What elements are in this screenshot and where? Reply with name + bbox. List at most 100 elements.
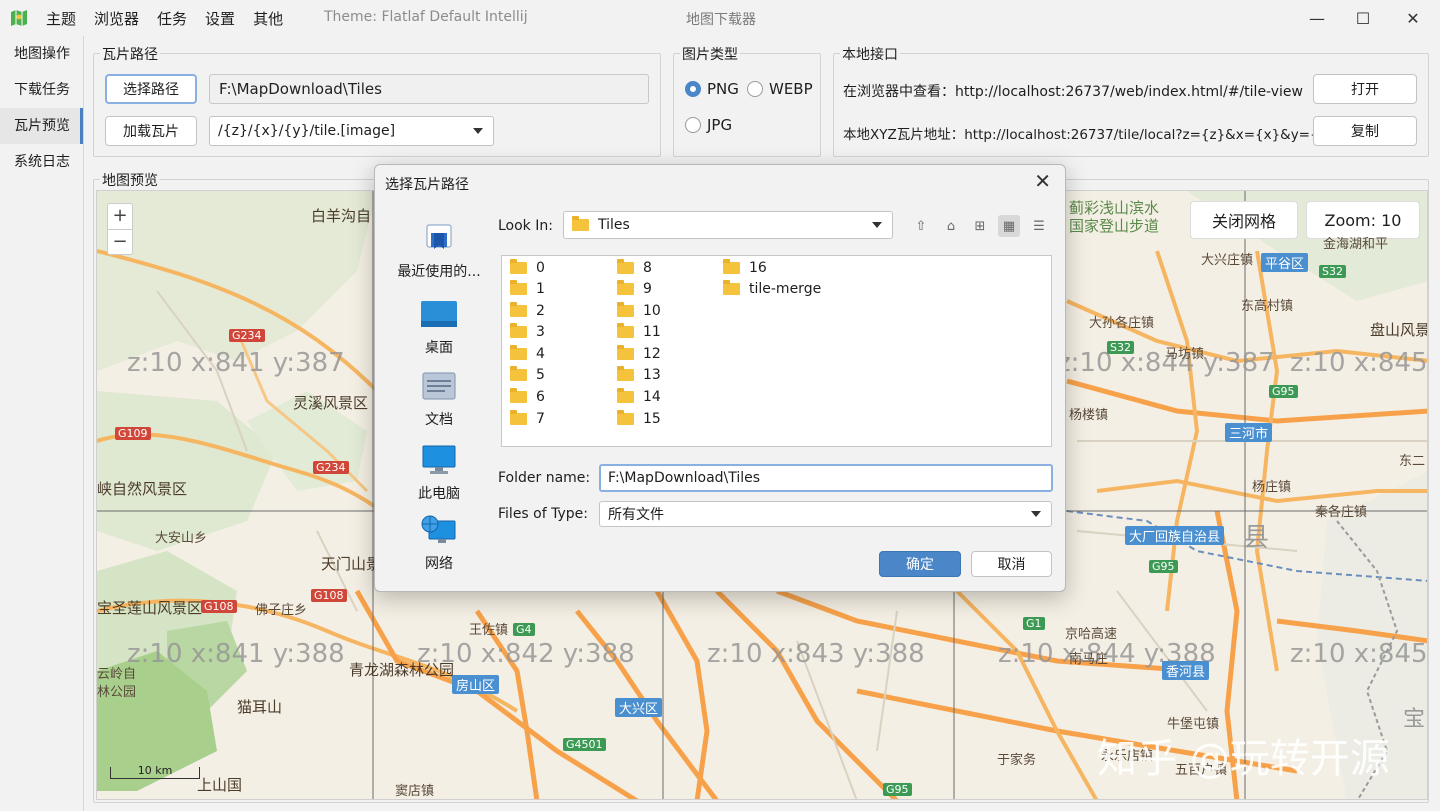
folder-label: 12 [643,346,661,362]
maximize-button[interactable]: ☐ [1348,6,1378,30]
nav-item-download-tasks[interactable]: 下载任务 [0,72,83,108]
shortcut-network[interactable]: 网络 [393,515,485,573]
folder-icon [617,302,634,317]
folder-name-field[interactable]: F:\MapDownload\Tiles [599,464,1053,492]
folder-icon [510,388,527,403]
folder-item[interactable]: 12 [617,345,661,362]
menu-theme[interactable]: 主题 [46,8,89,29]
map-place-label: 青龙湖森林公园 [349,661,455,679]
zoom-in-button[interactable]: + [108,204,132,230]
road-badge: G1 [1023,617,1045,630]
file-list[interactable]: 0 1 2 3 4 5 6 7 8 9 10 11 12 13 14 15 16… [501,255,1052,447]
folder-item[interactable]: 4 [510,345,545,362]
folder-item[interactable]: 9 [617,280,652,297]
folder-label: 7 [536,411,545,427]
folder-label: 6 [536,389,545,405]
cancel-button[interactable]: 取消 [971,551,1052,577]
map-place-label: 大兴庄镇 [1201,253,1254,268]
folder-label: 16 [749,260,767,276]
map-place-label: 大安山乡 [155,531,208,546]
map-place-label: 京哈高速 [1065,627,1118,642]
folder-icon [510,302,527,317]
details-view-icon[interactable]: ☰ [1028,215,1050,237]
folder-icon [510,323,527,338]
close-grid-button[interactable]: 关闭网格 [1190,201,1298,239]
dialog-close-button[interactable]: ✕ [1034,169,1051,193]
radio-jpg[interactable]: JPG [685,116,732,134]
folder-icon [617,345,634,360]
shortcut-desktop[interactable]: 桌面 [393,299,485,357]
choose-path-button[interactable]: 选择路径 [105,74,197,104]
road-badge: G234 [313,461,349,474]
folder-item[interactable]: 11 [617,323,661,340]
road-badge: S32 [1319,265,1346,278]
new-folder-icon[interactable]: ⊞ [969,215,991,237]
menu-browser[interactable]: 浏览器 [94,8,152,29]
files-of-type-select[interactable]: 所有文件 [599,501,1052,527]
folder-item[interactable]: 1 [510,280,545,297]
recent-items-icon [426,224,452,249]
ok-button[interactable]: 确定 [879,551,961,577]
folder-item[interactable]: 7 [510,410,545,427]
radio-jpg-label: JPG [707,116,733,134]
folder-icon [617,259,634,274]
folder-item[interactable]: 15 [617,410,661,427]
open-button[interactable]: 打开 [1313,74,1417,104]
home-icon[interactable]: ⌂ [940,215,962,237]
nav-item-system-log[interactable]: 系统日志 [0,144,83,180]
map-place-label: 盘山风景 [1370,321,1428,339]
tile-label: z:10 x:845 [1290,639,1428,669]
folder-icon [617,323,634,338]
folder-item[interactable]: 5 [510,366,545,383]
files-of-type-label: Files of Type: [498,506,588,522]
folder-label: 9 [643,281,652,297]
up-folder-icon[interactable]: ⇧ [910,215,932,237]
shortcut-documents[interactable]: 文档 [393,371,485,429]
folder-icon [617,366,634,381]
tile-path-title: 瓦片路径 [100,44,160,64]
shortcut-desktop-label: 桌面 [425,340,453,356]
folder-item[interactable]: 0 [510,259,545,276]
shortcut-recent[interactable]: 最近使用的... [393,223,485,281]
map-place-label: 天门山景 [321,555,382,573]
tile-pattern-select[interactable]: /{z}/{x}/{y}/tile.[image] [209,116,494,146]
radio-png[interactable]: PNG [685,80,739,98]
map-district-label: 大厂回族自治县 [1125,526,1225,545]
folder-item[interactable]: 13 [617,366,661,383]
tile-path-field[interactable]: F:\MapDownload\Tiles [209,74,649,104]
folder-item[interactable]: 10 [617,302,661,319]
map-district-label: 平谷区 [1261,253,1309,272]
dialog-title: 选择瓦片路径 [385,177,469,193]
nav-item-map-ops[interactable]: 地图操作 [0,36,83,72]
close-window-button[interactable]: ✕ [1398,6,1428,30]
xyz-tile-url: 本地XYZ瓦片地址：http://localhost:26737/tile/lo… [843,127,1336,143]
nav-item-tile-preview[interactable]: 瓦片预览 [0,108,83,144]
folder-item[interactable]: 14 [617,388,661,405]
folder-item[interactable]: 6 [510,388,545,405]
menu-other[interactable]: 其他 [253,8,296,29]
folder-item[interactable]: 16 [723,259,767,276]
minimize-button[interactable]: — [1302,6,1332,30]
files-of-type-value: 所有文件 [608,507,664,523]
app-logo-icon [11,10,27,26]
load-tiles-button[interactable]: 加载瓦片 [105,116,197,146]
road-badge: G4501 [563,738,606,751]
radio-webp[interactable]: WEBP [747,80,813,98]
chevron-down-icon [872,222,882,228]
map-district-label: 三河市 [1225,423,1273,442]
folder-item[interactable]: 8 [617,259,652,276]
radio-webp-label: WEBP [769,80,813,98]
menu-tasks[interactable]: 任务 [157,8,200,29]
folder-item[interactable]: 3 [510,323,545,340]
map-place-label: 秦各庄镇 [1315,505,1368,520]
menu-settings[interactable]: 设置 [205,8,248,29]
folder-item[interactable]: tile-merge [723,280,821,297]
folder-label: 14 [643,389,661,405]
copy-button[interactable]: 复制 [1313,116,1417,146]
folder-item[interactable]: 2 [510,302,545,319]
list-view-icon[interactable]: ▦ [998,215,1020,237]
shortcut-this-pc[interactable]: 此电脑 [393,445,485,503]
road-badge: S32 [1107,341,1134,354]
look-in-select[interactable]: Tiles [563,211,893,239]
zoom-out-button[interactable]: − [108,230,132,256]
